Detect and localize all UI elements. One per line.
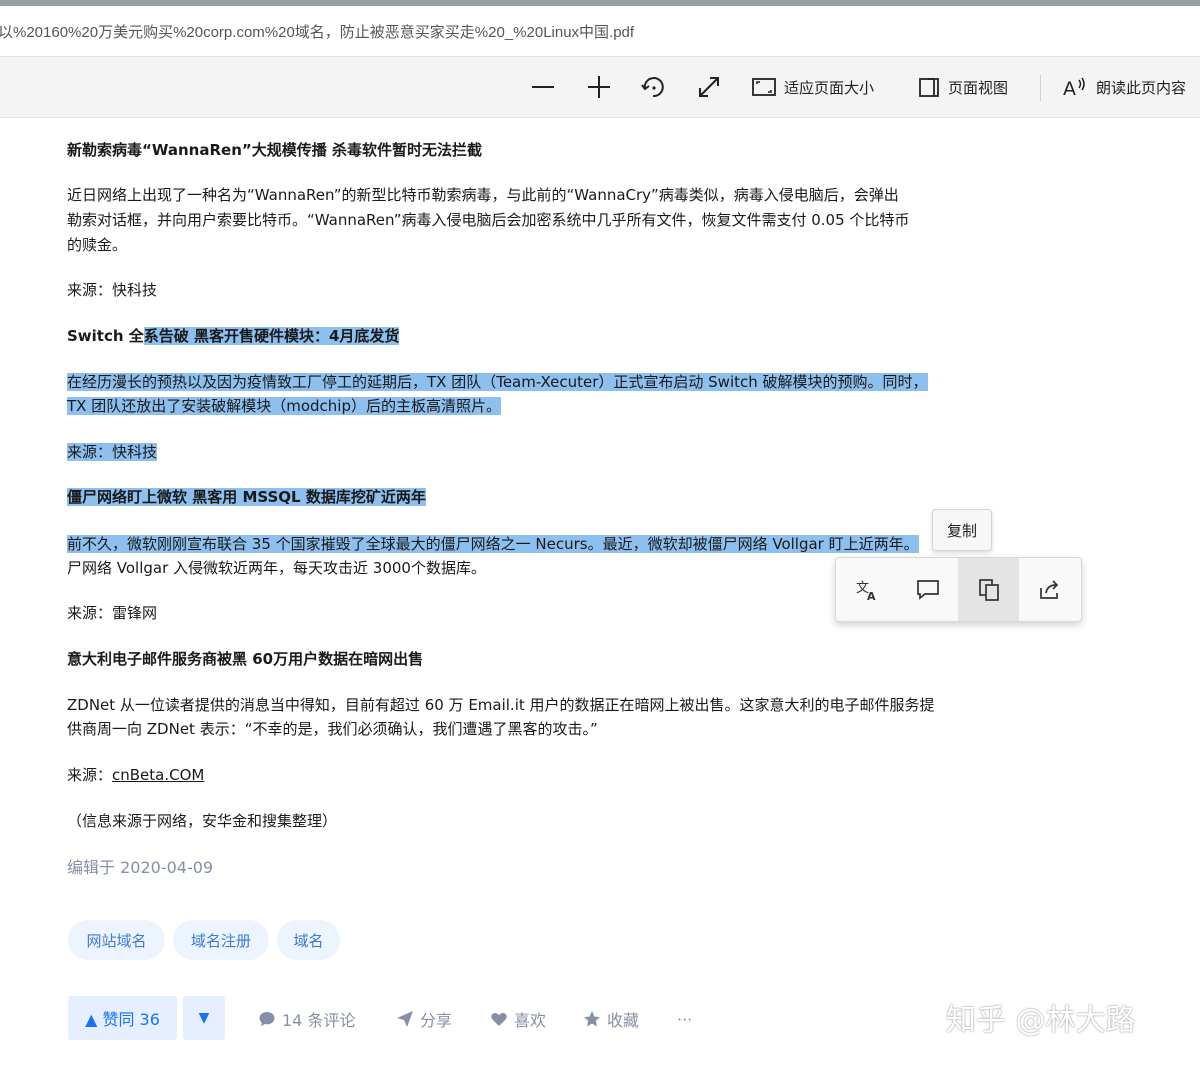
news-source: 来源：快科技 <box>67 440 158 465</box>
copy-icon <box>978 578 999 601</box>
news-paragraph: TX 团队还放出了安装破解模块（modchip）后的主板高清照片。 <box>67 394 501 419</box>
page-view-icon <box>919 78 939 97</box>
zoom-in-button[interactable] <box>586 57 612 117</box>
news-paragraph: 近日网络上出现了一种名为“WannaRen”的新型比特币勒索病毒，与此前的“Wa… <box>67 186 899 204</box>
copy-tooltip: 复制 <box>932 509 992 551</box>
add-note-button[interactable] <box>897 558 958 621</box>
zhihu-watermark: 知乎 @林大路 <box>946 1003 1136 1038</box>
news-paragraph: 在经历漫长的预热以及因为疫情致工厂停工的延期后，TX 团队（Team-Xecut… <box>67 370 928 395</box>
plus-icon <box>588 76 610 98</box>
share-icon <box>1039 579 1058 599</box>
star-icon <box>584 1011 600 1027</box>
read-aloud-button[interactable]: A 朗读此页内容 <box>1062 57 1186 117</box>
comment-icon <box>916 579 939 600</box>
expand-icon <box>699 77 719 97</box>
svg-text:A: A <box>1063 78 1076 99</box>
selected-text: 僵尸网络盯上微软 黑客用 MSSQL 数据库挖矿近两年 <box>67 488 426 506</box>
news-paragraph: 勒索对话框，并向用户索要比特币。“WannaRen”病毒入侵电脑后会加密系统中几… <box>67 211 910 229</box>
news-heading: 僵尸网络盯上微软 黑客用 MSSQL 数据库挖矿近两年 <box>67 485 426 510</box>
address-bar[interactable]: 以%20160%20万美元购买%20corp.com%20域名，防止被恶意买家买… <box>0 6 1200 57</box>
topic-tag[interactable]: 域名 <box>277 920 340 960</box>
topic-tag[interactable]: 域名注册 <box>173 920 269 960</box>
news-source: 来源：雷锋网 <box>67 604 158 622</box>
downvote-button[interactable]: ▼ <box>183 996 225 1040</box>
zoom-out-button[interactable] <box>530 57 556 117</box>
edited-date: 编辑于 2020-04-09 <box>67 858 214 877</box>
comment-icon <box>259 1012 275 1026</box>
fullscreen-button[interactable] <box>696 57 722 117</box>
read-aloud-label: 朗读此页内容 <box>1096 78 1187 97</box>
news-source: 来源：cnBeta.COM <box>67 766 205 784</box>
news-heading: Switch 全系告破 黑客开售硬件模块：4月底发货 <box>67 327 400 345</box>
rotate-button[interactable] <box>640 57 666 117</box>
fit-page-label: 适应页面大小 <box>784 78 875 97</box>
fit-page-icon <box>752 78 776 96</box>
selected-text: 来源：快科技 <box>67 443 158 461</box>
news-paragraph: 的赎金。 <box>67 236 128 254</box>
selected-text: 系告破 黑客开售硬件模块：4月底发货 <box>143 327 400 345</box>
pdf-url: 以%20160%20万美元购买%20corp.com%20域名，防止被恶意买家买… <box>0 24 635 41</box>
comments-button[interactable]: 14 条评论 <box>258 1007 355 1031</box>
favorite-button[interactable]: 收藏 <box>583 1007 639 1031</box>
translate-icon: 文A <box>856 581 876 603</box>
svg-text:A: A <box>867 590 876 603</box>
selected-text: 前不久，微软刚刚宣布联合 35 个国家摧毁了全球最大的僵尸网络之一 Necurs… <box>67 535 919 553</box>
selected-text: 在经历漫长的预热以及因为疫情致工厂停工的延期后，TX 团队（Team-Xecut… <box>67 373 928 391</box>
news-paragraph: ZDNet 从一位读者提供的消息当中得知，目前有超过 60 万 Email.it… <box>67 696 935 714</box>
news-heading: 新勒索病毒“WannaRen”大规模传播 杀毒软件暂时无法拦截 <box>67 141 482 159</box>
upvote-button[interactable]: ▲ 赞同 36 <box>68 996 177 1040</box>
share-selection-button[interactable] <box>1019 558 1080 621</box>
selection-mini-toolbar: 文A <box>835 557 1082 622</box>
news-heading: 意大利电子邮件服务商被黑 60万用户数据在暗网出售 <box>67 650 424 668</box>
news-paragraph: 前不久，微软刚刚宣布联合 35 个国家摧毁了全球最大的僵尸网络之一 Necurs… <box>67 532 919 557</box>
more-button[interactable]: ··· <box>677 1007 692 1031</box>
fit-page-button[interactable]: 适应页面大小 <box>752 57 874 117</box>
page-view-button[interactable]: 页面视图 <box>918 57 1008 117</box>
source-note: （信息来源于网络，安华金和搜集整理） <box>67 812 338 830</box>
paper-plane-icon <box>397 1011 413 1027</box>
news-paragraph: 供商周一向 ZDNet 表示：“不幸的是，我们必须确认，我们遭遇了黑客的攻击。” <box>67 720 598 738</box>
copy-button[interactable] <box>958 558 1019 621</box>
selected-text: TX 团队还放出了安装破解模块（modchip）后的主板高清照片。 <box>67 397 501 415</box>
source-link[interactable]: cnBeta.COM <box>112 766 204 784</box>
news-paragraph: 尸网络 Vollgar 入侵微软近两年，每天攻击近 3000个数据库。 <box>67 559 486 577</box>
read-aloud-icon: A <box>1063 77 1085 99</box>
page-view-label: 页面视图 <box>948 78 1009 97</box>
heart-icon <box>491 1013 507 1026</box>
rotate-icon <box>641 77 664 98</box>
translate-button[interactable]: 文A <box>836 558 897 621</box>
minus-icon <box>532 86 554 88</box>
topic-tag[interactable]: 网站域名 <box>68 920 165 960</box>
toolbar-divider <box>1040 75 1041 101</box>
share-button[interactable]: 分享 <box>396 1007 452 1031</box>
pdf-toolbar: 适应页面大小 页面视图 A 朗读此页内容 <box>0 57 1200 118</box>
like-button[interactable]: 喜欢 <box>490 1007 546 1031</box>
news-source: 来源：快科技 <box>67 281 158 299</box>
